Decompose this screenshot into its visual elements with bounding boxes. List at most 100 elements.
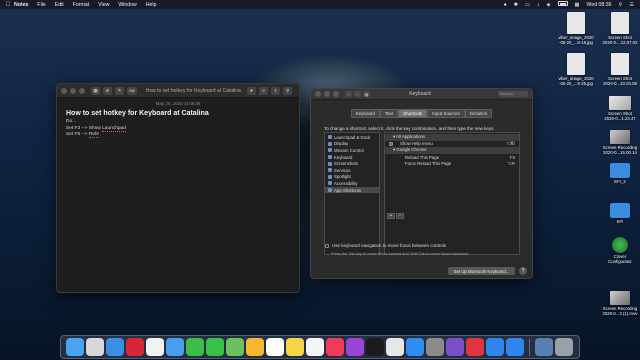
downloads-icon[interactable]: [535, 338, 553, 356]
remove-shortcut-button[interactable]: −: [396, 213, 404, 219]
note-editor[interactable]: May 20, 2020 at 08:36 How to set hotkey …: [57, 98, 299, 142]
setup-bluetooth-keyboard-button[interactable]: Set Up Bluetooth Keyboard...: [448, 267, 515, 275]
keyboard-navigation-checkbox[interactable]: [325, 243, 329, 248]
shortcut-group-row[interactable]: ▾ Google Chrome: [385, 147, 519, 154]
input-source-icon[interactable]: ▦: [575, 2, 580, 8]
music-icon[interactable]: [326, 338, 344, 356]
messages-icon[interactable]: [206, 338, 224, 356]
viber-icon[interactable]: [446, 338, 464, 356]
shortcut-checkbox[interactable]: [389, 141, 393, 146]
category-display[interactable]: Display: [325, 141, 379, 148]
volume-icon[interactable]: ♪: [537, 2, 540, 8]
back-icon[interactable]: ‹: [345, 91, 352, 97]
search-icon[interactable]: ⚲: [283, 86, 292, 95]
category-screenshots[interactable]: Screenshots: [325, 160, 379, 167]
note-line[interactable]: Set F5 --> Refe: [66, 132, 290, 139]
desktop-file[interactable]: Screen Shot 2020-0...10.03.08: [597, 53, 640, 86]
airplay-icon[interactable]: ▭: [525, 2, 530, 8]
search-field[interactable]: Search: [498, 91, 528, 97]
minimize-button[interactable]: [70, 87, 76, 94]
forward-icon[interactable]: ›: [354, 91, 361, 97]
category-keyboard[interactable]: Keyboard: [325, 154, 379, 161]
desktop-file[interactable]: viber_image_2020 -05-20_...8-18.jpg: [553, 12, 599, 45]
lock-icon[interactable]: ●: [247, 86, 256, 95]
podcasts-icon[interactable]: [346, 338, 364, 356]
desktop-file[interactable]: viber_image_2020 -05-20_...8-25.jpg: [553, 53, 599, 86]
tab-keyboard[interactable]: Keyboard: [350, 109, 380, 118]
shortcut-row[interactable]: Show Help menu ⇧⌘/: [385, 141, 519, 148]
category-accessibility[interactable]: Accessibility: [325, 180, 379, 187]
safari-icon[interactable]: [106, 338, 124, 356]
tv-icon[interactable]: [366, 338, 384, 356]
maps-icon[interactable]: [226, 338, 244, 356]
tab-shortcuts[interactable]: Shortcuts: [398, 109, 428, 118]
category-launchpad-dock[interactable]: Launchpad & Dock: [325, 134, 379, 141]
mail-icon[interactable]: [166, 338, 184, 356]
menu-window[interactable]: Window: [118, 2, 136, 8]
menu-format[interactable]: Format: [73, 2, 89, 8]
zoom-button[interactable]: [333, 91, 339, 97]
desktop-file[interactable]: Screen Recording 2020-0...15.00.14: [597, 130, 640, 155]
calendar-icon[interactable]: [266, 338, 284, 356]
apple-menu-icon[interactable]: : [6, 2, 14, 8]
menu-edit[interactable]: Edit: [55, 2, 64, 8]
chrome-icon[interactable]: [386, 338, 404, 356]
show-all-icon[interactable]: ▦: [363, 91, 370, 97]
spotlight-icon[interactable]: ⚲: [619, 2, 623, 8]
category-spotlight[interactable]: Spotlight: [325, 174, 379, 181]
battery-icon[interactable]: [557, 1, 568, 8]
sidebar-toggle-icon[interactable]: ▦: [91, 86, 100, 95]
close-button[interactable]: [315, 91, 321, 97]
desktop-folder[interactable]: EFI: [597, 203, 640, 224]
vivaldi-icon[interactable]: [466, 338, 484, 356]
desktop-app[interactable]: Clover Configurator: [597, 237, 640, 264]
category-app-shortcuts[interactable]: App Shortcuts: [325, 186, 379, 194]
menu-clock[interactable]: Wed 08:36: [587, 2, 612, 8]
shortcut-group-row[interactable]: ▾ All Applications: [385, 134, 519, 141]
zalo-video-icon[interactable]: [506, 338, 524, 356]
zalo-icon[interactable]: [486, 338, 504, 356]
tab-dictation[interactable]: Dictation: [464, 109, 493, 118]
finder-icon[interactable]: [66, 338, 84, 356]
menu-view[interactable]: View: [98, 2, 109, 8]
help-button[interactable]: ?: [519, 267, 527, 275]
shortcut-keys[interactable]: ⌥R: [507, 161, 515, 167]
new-note-icon[interactable]: ✎: [115, 86, 124, 95]
category-services[interactable]: Services: [325, 167, 379, 174]
notification-center-icon[interactable]: ☰: [629, 2, 634, 8]
photo-app-icon[interactable]: [246, 338, 264, 356]
add-people-icon[interactable]: ☺: [259, 86, 268, 95]
add-shortcut-button[interactable]: +: [387, 213, 395, 219]
zoom-button[interactable]: [79, 87, 85, 94]
desktop-folder[interactable]: EFI_2: [597, 163, 640, 184]
keyboard-navigation-option[interactable]: Use keyboard navigation to move focus be…: [325, 243, 446, 248]
wifi-icon[interactable]: ◈: [547, 2, 551, 8]
shortcut-row[interactable]: Force Reload This Page ⌥R: [385, 160, 519, 167]
notes-icon[interactable]: [286, 338, 304, 356]
category-mission-control[interactable]: Mission Control: [325, 147, 379, 154]
menu-extra-icon[interactable]: ●: [504, 2, 507, 8]
desktop-file[interactable]: Screen Shot 2020-0...1.23.47: [597, 96, 640, 121]
system-preferences-icon[interactable]: [426, 338, 444, 356]
tab-input-sources[interactable]: Input Sources: [427, 109, 465, 118]
bluetooth-icon[interactable]: ✱: [514, 2, 518, 8]
shortcut-keys[interactable]: ⇧⌘/: [506, 141, 515, 147]
opera-icon[interactable]: [126, 338, 144, 356]
share-icon[interactable]: ⇧: [271, 86, 280, 95]
desktop-file[interactable]: Screen Recording 2020-0...3 (1).mov: [597, 291, 640, 316]
photos-icon[interactable]: [146, 338, 164, 356]
menu-app-name[interactable]: Notes: [14, 2, 28, 8]
shortcut-row[interactable]: Reload This Page F5: [385, 154, 519, 161]
tab-text[interactable]: Text: [379, 109, 399, 118]
shortcut-keys[interactable]: F5: [510, 155, 515, 160]
menu-help[interactable]: Help: [146, 2, 157, 8]
menu-file[interactable]: File: [37, 2, 45, 8]
delete-note-icon[interactable]: ⊘: [103, 86, 112, 95]
close-button[interactable]: [61, 87, 67, 94]
appstore-icon[interactable]: [406, 338, 424, 356]
minimize-button[interactable]: [324, 91, 330, 97]
launchpad-icon[interactable]: [86, 338, 104, 356]
note-title[interactable]: How to set hotkey for Keyboard at Catali…: [66, 110, 290, 117]
desktop-file[interactable]: Screen Shot 2020-0....12.07.02: [597, 12, 640, 45]
trash-icon[interactable]: [555, 338, 573, 356]
